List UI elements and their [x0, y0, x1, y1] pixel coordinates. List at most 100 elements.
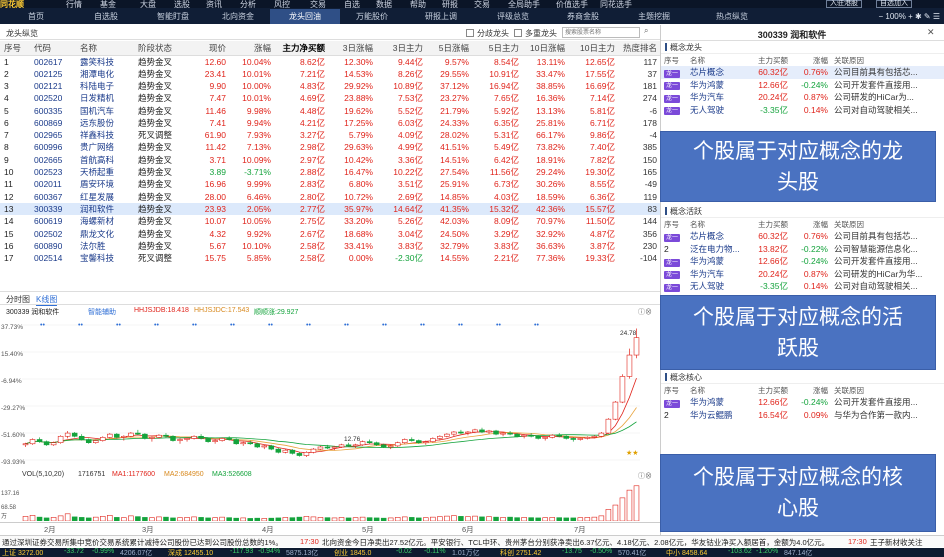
menu-item-15[interactable]: 同花选手	[600, 0, 632, 8]
nav-tab-10[interactable]: 热点纵览	[690, 9, 774, 24]
tab-timeshare[interactable]: 分时图	[6, 294, 30, 305]
multi-checkbox[interactable]	[514, 29, 522, 37]
table-row[interactable]: 17 002514 宝馨科技 死叉调整 15.75 5.85% 2.58亿 0.00% -2.3…	[0, 252, 660, 264]
menu-item-10[interactable]: 帮助	[410, 0, 426, 8]
nav-tab-5[interactable]: 万能股价	[340, 9, 404, 24]
col-header-10[interactable]: 5日主力	[472, 41, 522, 56]
concept-row[interactable]: 2 泛在电力物... 13.82亿 -0.22% 公司智慧能源信息化...	[661, 243, 944, 256]
news-ticker[interactable]: 通过深圳证券交易所集中竞价交易系统累计减持公司股份已达到公司股份总数的1%。 1…	[0, 535, 944, 547]
concept-row[interactable]: 龙一 芯片概念 60.32亿 0.76% 公司目前具有包括芯...	[661, 66, 944, 79]
concept-section-0: 概念龙头 序号 名称 主力买额 涨幅 关联原因 龙一 芯片概念 60.32亿 0.76% 公司目前具…	[661, 42, 944, 116]
col-header-7[interactable]: 3日涨幅	[328, 41, 376, 56]
table-row[interactable]: 13 300339 润和软件 趋势金叉 23.93 2.05% 2.77亿 35.97% 14.…	[0, 202, 660, 216]
concept-row[interactable]: 龙一 芯片概念 60.32亿 0.76% 公司目前具有包括芯...	[661, 230, 944, 243]
menu-button-1[interactable]: 入驻港股	[826, 0, 862, 8]
menu-button-2[interactable]: 自选加入	[876, 0, 912, 8]
diverge-checkbox[interactable]	[466, 29, 474, 37]
help-icon[interactable]: ⓘ⊗	[638, 307, 652, 317]
close-icon[interactable]: ✕	[927, 27, 935, 38]
nav-tab-6[interactable]: 研报上调	[404, 9, 478, 24]
table-row[interactable]: 14 600619 海螺新材 趋势金叉 10.07 10.05% 2.75亿 33.20% 5.…	[0, 215, 660, 227]
table-row[interactable]: 3 002121 科陆电子 趋势金叉 9.90 10.00% 4.83亿 29.92% 10.8…	[0, 80, 660, 92]
menu-item-2[interactable]: 大盘	[140, 0, 156, 8]
menu-item-4[interactable]: 资讯	[206, 0, 222, 8]
table-row[interactable]: 1 002617 露笑科技 趋势金叉 12.60 10.04% 8.62亿 12.30% 9.4…	[0, 55, 660, 68]
table-row[interactable]: 8 600996 贵广网络 趋势金叉 11.42 7.13% 2.98亿 29.63% 4.99…	[0, 141, 660, 153]
tab-kline[interactable]: K线图	[36, 294, 58, 306]
concept-row[interactable]: 龙一 无人驾驶 -3.35亿 0.14% 公司对自动驾驶相关...	[661, 104, 944, 117]
nav-tab-1[interactable]: 自选股	[72, 9, 140, 24]
kline-indicator[interactable]: 智能辅助	[88, 307, 116, 317]
col-header-8[interactable]: 3日主力	[376, 41, 426, 56]
col-header-4[interactable]: 现价	[189, 41, 229, 56]
nav-tab-7[interactable]: 评级总览	[478, 9, 548, 24]
zoom-level[interactable]: − 100% + ✱ ✎ ☰	[878, 9, 940, 24]
nav-tab-2[interactable]: 智能盯盘	[140, 9, 206, 24]
concept-row[interactable]: 龙一 华为汽车 20.24亿 0.87% 公司研发的HiCar为...	[661, 91, 944, 104]
col-header-5[interactable]: 涨幅	[229, 41, 274, 56]
table-row[interactable]: 6 600869 远东股份 趋势金叉 7.41 9.94% 4.21亿 17.25% 6.03亿…	[0, 117, 660, 129]
cell-6: 4.69亿	[299, 93, 325, 104]
nav-tab-0[interactable]: 首页	[0, 9, 72, 24]
col-header-2[interactable]: 名称	[76, 41, 134, 56]
kline-ma1: HHJSJDB:18.418	[134, 307, 189, 314]
concept-row[interactable]: 龙一 华为鸿蒙 12.66亿 -0.24% 公司开发套件直接用...	[661, 396, 944, 409]
cell-8: 3.04亿	[397, 228, 423, 239]
col-header-3[interactable]: 阶段状态	[134, 41, 189, 56]
concept-row[interactable]: 2 华为云鲲鹏 16.54亿 0.09% 与华为合作第一款内...	[661, 409, 944, 422]
news-3[interactable]: 王子新材收关注	[870, 537, 923, 547]
cell-0: 2	[4, 68, 9, 79]
volume-close-icon[interactable]: ⓘ⊗	[638, 471, 652, 481]
nav-tab-4[interactable]: 龙头回油	[270, 9, 340, 24]
concept-row[interactable]: 龙一 华为汽车 20.24亿 0.87% 公司研发的HiCar为华...	[661, 268, 944, 281]
stock-search-input[interactable]	[562, 27, 640, 38]
menu-item-3[interactable]: 选股	[174, 0, 190, 8]
menu-item-5[interactable]: 分析	[240, 0, 256, 8]
news-2[interactable]: 北向资金今日净卖出27.52亿元。平安银行、TCL中环、贵州茅台分别获净卖出6.…	[322, 537, 829, 547]
table-row[interactable]: 4 002520 日发精机 趋势金叉 7.47 10.01% 4.69亿 23.88% 7.53…	[0, 92, 660, 104]
concept-row[interactable]: 龙一 无人驾驶 -3.35亿 0.14% 公司对自动驾驶相关...	[661, 280, 944, 293]
table-row[interactable]: 10 002523 天桥起重 趋势金叉 3.89 -3.71% 2.88亿 16.47% 10.…	[0, 166, 660, 178]
menu-item-14[interactable]: 价值选手	[556, 0, 588, 8]
volume-chart[interactable]: 137.16 68.58 万	[0, 481, 660, 521]
table-row[interactable]: 16 600890 法尔胜 趋势金叉 5.67 10.10% 2.58亿 33.41% 3.83…	[0, 240, 660, 252]
signal-dot: ••	[230, 322, 235, 329]
col-header-9[interactable]: 5日涨幅	[426, 41, 472, 56]
volume-bar	[486, 516, 492, 521]
cell-11: 73.82%	[536, 142, 565, 153]
table-row[interactable]: 7 002965 祥鑫科技 死叉调整 61.90 7.93% 3.27亿 5.79% 4.09亿…	[0, 129, 660, 141]
menu-item-1[interactable]: 基金	[100, 0, 116, 8]
menu-item-8[interactable]: 自选	[344, 0, 360, 8]
col-header-1[interactable]: 代码	[30, 41, 76, 56]
volume-label: VOL(5,10,20)	[22, 471, 65, 478]
concept-row[interactable]: 龙一 华为鸿蒙 12.66亿 -0.24% 公司开发套件直接用...	[661, 79, 944, 92]
table-row[interactable]: 5 600335 国机汽车 趋势金叉 11.46 9.98% 4.48亿 19.62% 5.52…	[0, 104, 660, 116]
news-1[interactable]: 通过深圳证券交易所集中竞价交易系统累计减持公司股份已达到公司股份总数的1%。	[2, 537, 283, 547]
menu-item-7[interactable]: 交易	[310, 0, 326, 8]
col-header-11[interactable]: 10日涨幅	[522, 41, 568, 56]
menu-item-9[interactable]: 数据	[376, 0, 392, 8]
nav-tab-3[interactable]: 北向资金	[206, 9, 270, 24]
concept-row[interactable]: 龙一 华为鸿蒙 12.66亿 -0.24% 公司开发套件直接用...	[661, 255, 944, 268]
menu-item-12[interactable]: 交易	[474, 0, 490, 8]
kline-chart[interactable]: 37.73% 15.40% -6.94% -29.27% -51.60% -93.93% •…	[0, 317, 660, 469]
table-row[interactable]: 11 002011 盾安环境 趋势金叉 16.96 9.99% 2.83亿 6.80% 3.51…	[0, 178, 660, 190]
nav-tab-9[interactable]: 主题挖掘	[618, 9, 690, 24]
menu-item-6[interactable]: 风控	[274, 0, 290, 8]
col-header-6[interactable]: 主力净买额	[274, 41, 328, 56]
cell-12: 19.33亿	[585, 253, 615, 264]
search-icon[interactable]: ⌕	[644, 26, 648, 36]
col-header-12[interactable]: 10日主力	[568, 41, 618, 56]
table-row[interactable]: 9 002665 首航高科 趋势金叉 3.71 10.09% 2.97亿 10.42% 3.36…	[0, 154, 660, 166]
menu-item-0[interactable]: 行情	[66, 0, 82, 8]
table-row[interactable]: 12 600367 红星发展 趋势金叉 28.00 6.46% 2.80亿 10.72% 2.6…	[0, 190, 660, 202]
menu-item-11[interactable]: 研报	[442, 0, 458, 8]
nav-tab-8[interactable]: 券商金股	[548, 9, 618, 24]
menu-item-13[interactable]: 全局助手	[508, 0, 540, 8]
col-header-13[interactable]: 热度排名	[618, 41, 660, 56]
table-row[interactable]: 2 002125 湘潭电化 趋势金叉 23.41 10.01% 7.21亿 14.53% 8.2…	[0, 68, 660, 80]
cell-0: 17	[4, 253, 14, 264]
col-header-0[interactable]: 序号	[0, 41, 30, 56]
cell-5: 9.92%	[246, 228, 271, 239]
table-row[interactable]: 15 002502 鼎龙文化 趋势金叉 4.32 9.92% 2.67亿 18.68% 3.04…	[0, 227, 660, 239]
